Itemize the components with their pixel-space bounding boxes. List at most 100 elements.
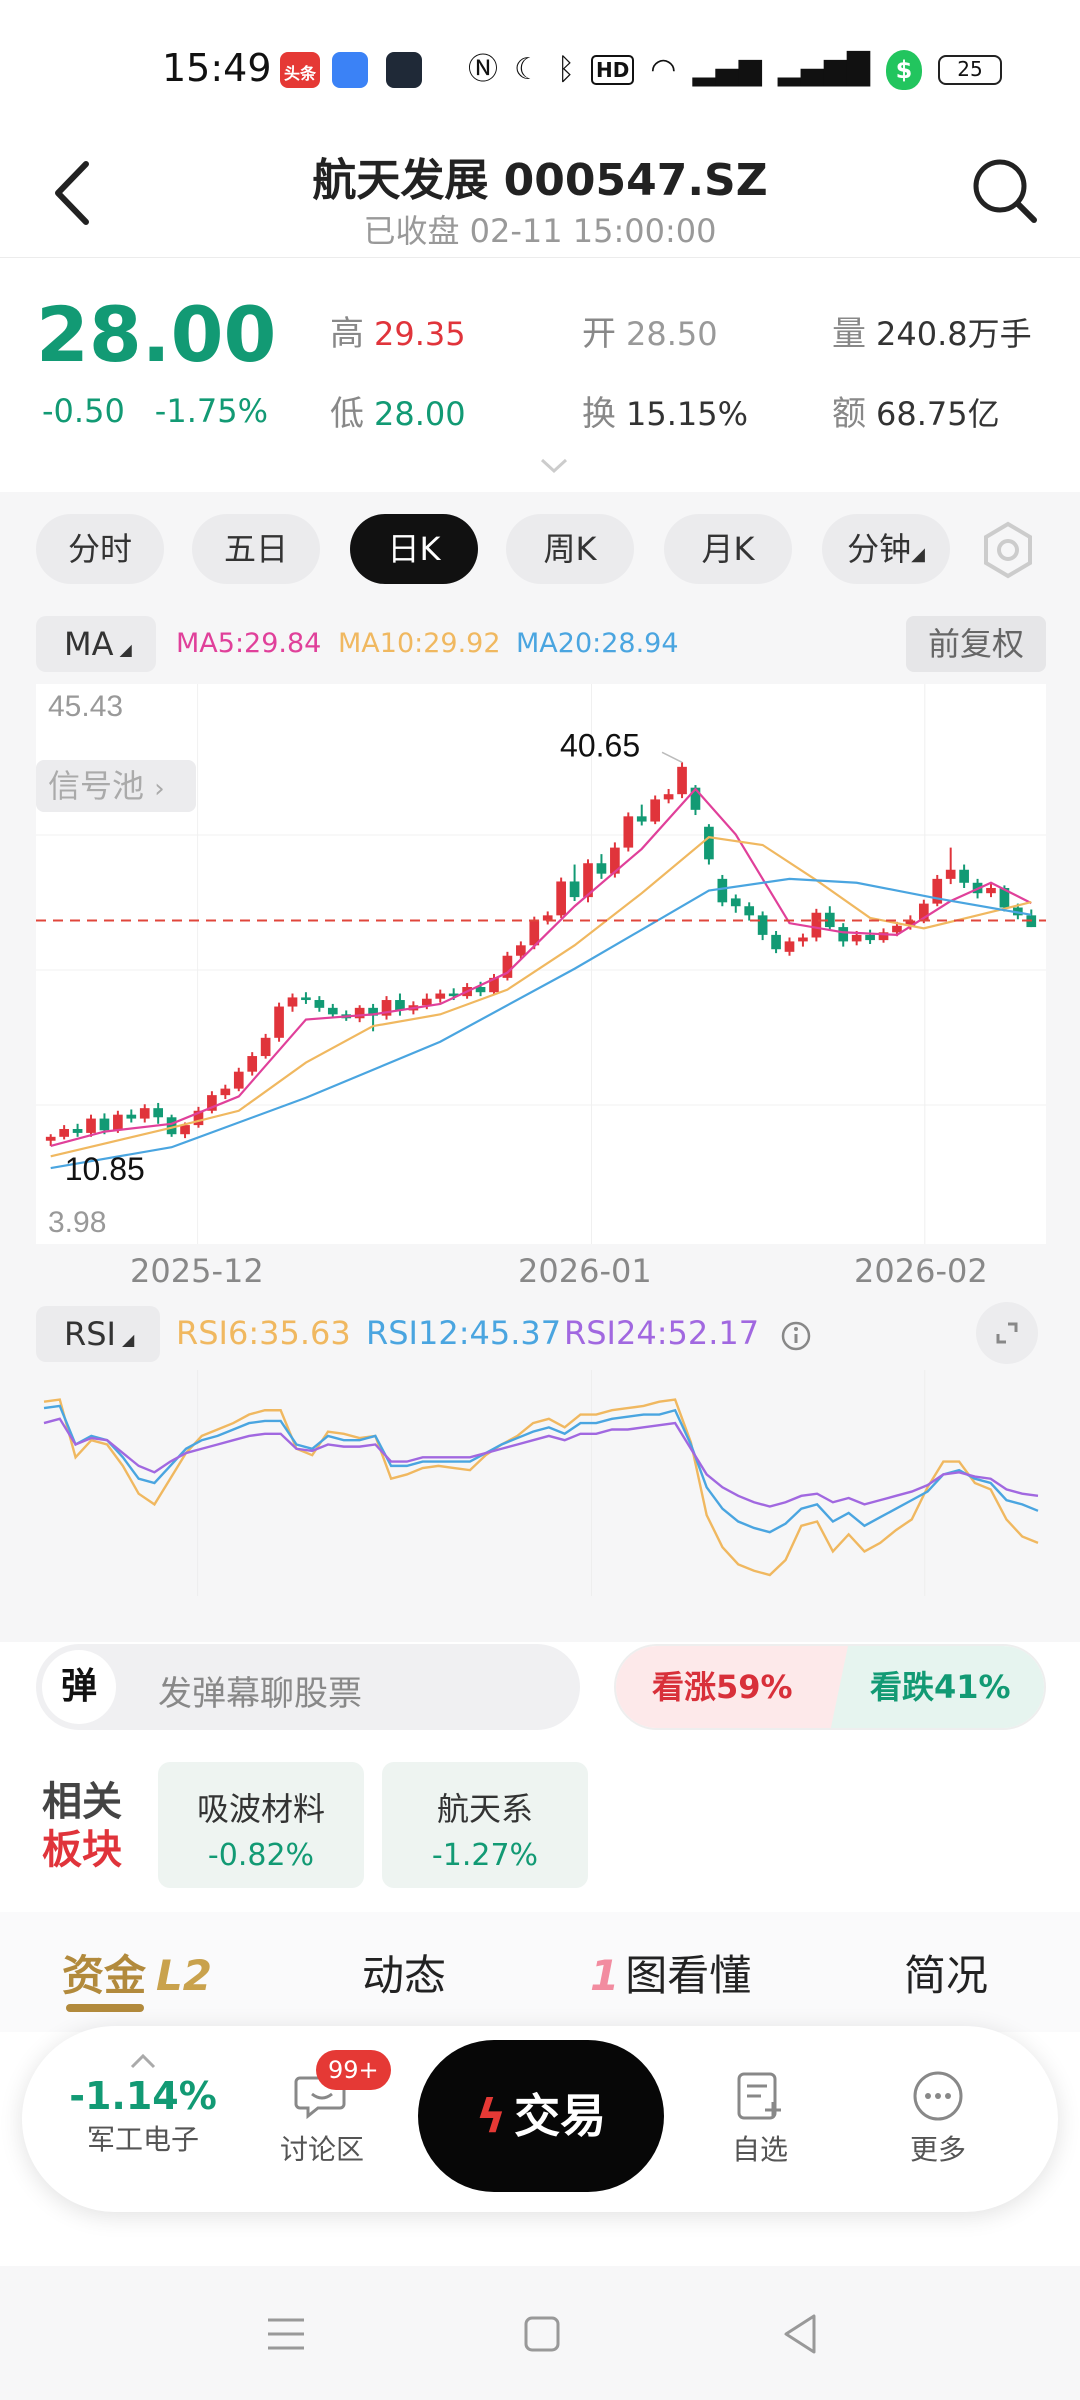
candle — [636, 816, 647, 822]
tab-news[interactable]: 动态 — [362, 1942, 446, 2003]
vote-bear-label: 看跌 — [870, 1668, 935, 1706]
rsi-chart-svg — [43, 1370, 1039, 1596]
content-tabs: 资金 L2 动态 1 图看懂 简况 — [0, 1912, 1080, 2032]
rsi-selector[interactable]: RSI ◢ — [36, 1306, 160, 1362]
candle — [717, 878, 728, 903]
watchlist-button[interactable]: 自选 — [700, 2070, 820, 2168]
chevron-down-icon[interactable] — [540, 458, 568, 474]
ma5-value: MA5:29.84 — [176, 628, 322, 659]
page-title: 航天发展 000547.SZ — [312, 155, 768, 206]
candle — [180, 1125, 190, 1135]
candle — [811, 912, 822, 938]
fullscreen-button[interactable] — [976, 1302, 1038, 1364]
battery-icon: 25 — [938, 55, 1002, 85]
system-nav-bar — [0, 2266, 1080, 2400]
vote-bull-button[interactable]: 看涨59% — [616, 1646, 848, 1728]
candle — [730, 898, 741, 907]
more-button[interactable]: 更多 — [878, 2070, 998, 2168]
tab-chart-guide-badge: 1 — [590, 1951, 620, 2000]
candle — [945, 869, 956, 879]
rsi-indicator-row: RSI ◢ RSI6:35.63 RSI12:45.37 RSI24:52.17 — [36, 1306, 1046, 1362]
candle — [677, 766, 687, 795]
stat-amount-label: 额 — [832, 394, 866, 434]
candle — [287, 997, 298, 1007]
tab-monthly-k[interactable]: 月K — [664, 514, 792, 584]
ma-selector[interactable]: MA ◢ — [36, 616, 156, 672]
candle — [45, 1136, 56, 1141]
sector-quick-button[interactable]: -1.14% 军工电子 — [68, 2052, 218, 2158]
back-nav-icon[interactable] — [780, 2312, 820, 2356]
price-change: -0.50 -1.75% — [42, 392, 298, 430]
ma-indicator-row: MA ◢ MA5:29.84 MA10:29.92 MA20:28.94 前复权 — [36, 616, 1046, 672]
home-icon[interactable] — [522, 2314, 562, 2354]
rsi-chart[interactable] — [36, 1370, 1046, 1596]
menu-icon[interactable] — [264, 2314, 308, 2354]
stat-open-label: 开 — [582, 314, 616, 354]
stat-low: 低 28.00 — [330, 386, 466, 435]
candle — [421, 998, 432, 1006]
candle — [757, 915, 768, 935]
sector-change: -1.27% — [431, 1838, 539, 1873]
tab-profile[interactable]: 简况 — [904, 1942, 988, 2003]
stat-turnover-label: 换 — [582, 394, 616, 434]
sentiment-vote: 看涨59% 看跌41% — [614, 1644, 1046, 1730]
signal-pool-button[interactable]: 信号池 › — [36, 760, 196, 812]
current-price: 28.00 — [36, 290, 277, 379]
sector-card[interactable]: 吸波材料 -0.82% — [158, 1762, 364, 1888]
tab-five-day[interactable]: 五日 — [192, 514, 320, 584]
market-status: 已收盘 02-11 15:00:00 — [363, 212, 717, 250]
tab-minute[interactable]: 分钟◢ — [822, 514, 950, 584]
toutiao-icon-text: 头条 — [284, 64, 317, 83]
tab-daily-k[interactable]: 日K — [350, 514, 478, 584]
danmu-placeholder: 发弹幕聊股票 — [158, 1674, 362, 1714]
blue-app-icon — [332, 52, 368, 88]
candle — [301, 997, 311, 1001]
stat-turnover: 换 15.15% — [582, 386, 748, 435]
discussion-badge: 99+ — [316, 2050, 391, 2090]
trade-label: 交易 — [514, 2089, 607, 2143]
candle — [113, 1114, 123, 1131]
tab-funds[interactable]: 资金 L2 — [62, 1942, 212, 2003]
tab-intraday[interactable]: 分时 — [36, 514, 164, 584]
sector-card[interactable]: 航天系 -1.27% — [382, 1762, 588, 1888]
search-icon[interactable] — [966, 152, 1042, 228]
price-adjust-button[interactable]: 前复权 — [906, 616, 1046, 672]
candle — [623, 816, 634, 848]
danmu-badge: 弹 — [42, 1650, 116, 1724]
expand-icon — [996, 1322, 1018, 1344]
candle — [556, 881, 566, 916]
candle — [744, 906, 755, 916]
stat-low-label: 低 — [330, 394, 364, 434]
stat-volume: 量 240.8万手 — [832, 306, 1032, 355]
danmu-input[interactable]: 弹 发弹幕聊股票 — [36, 1644, 580, 1730]
candle — [650, 799, 661, 822]
kline-tabs: 分时 五日 日K 周K 月K 分钟◢ — [36, 514, 1046, 584]
candle — [690, 787, 701, 810]
candle — [704, 826, 714, 860]
candle — [72, 1129, 83, 1133]
rsi24-line — [43, 1417, 1039, 1508]
status-bar: 15:49 头条 Ⓝ ☾ ᛒ HD ◠ ▂▄▆ ▂▄▆█ $ 25 — [0, 0, 1080, 130]
tab-weekly-k[interactable]: 周K — [506, 514, 634, 584]
tab-chart-guide[interactable]: 1 图看懂 — [590, 1942, 751, 2003]
vote-bear-button[interactable]: 看跌41% — [830, 1646, 1044, 1728]
x-tick-label: 2025-12 — [130, 1252, 264, 1290]
more-icon — [913, 2071, 963, 2121]
chevron-up-icon — [130, 2053, 156, 2069]
candle — [126, 1114, 137, 1119]
related-sectors-label: 相关 板块 — [42, 1778, 122, 1874]
info-icon[interactable] — [780, 1320, 812, 1352]
stat-high-label: 高 — [330, 314, 364, 354]
vote-bull-label: 看涨 — [652, 1668, 717, 1706]
candle — [516, 945, 526, 956]
watchlist-label: 自选 — [731, 2133, 788, 2166]
candle — [851, 934, 862, 942]
candle — [784, 941, 795, 952]
stat-volume-label: 量 — [832, 314, 866, 354]
vote-bear-pct: 41% — [934, 1668, 1011, 1706]
trade-button[interactable]: ϟ 交易 — [418, 2040, 664, 2192]
gear-icon[interactable] — [978, 520, 1038, 580]
candle — [59, 1129, 69, 1137]
signal-pool-label: 信号池 — [48, 767, 145, 805]
candle — [663, 794, 674, 800]
